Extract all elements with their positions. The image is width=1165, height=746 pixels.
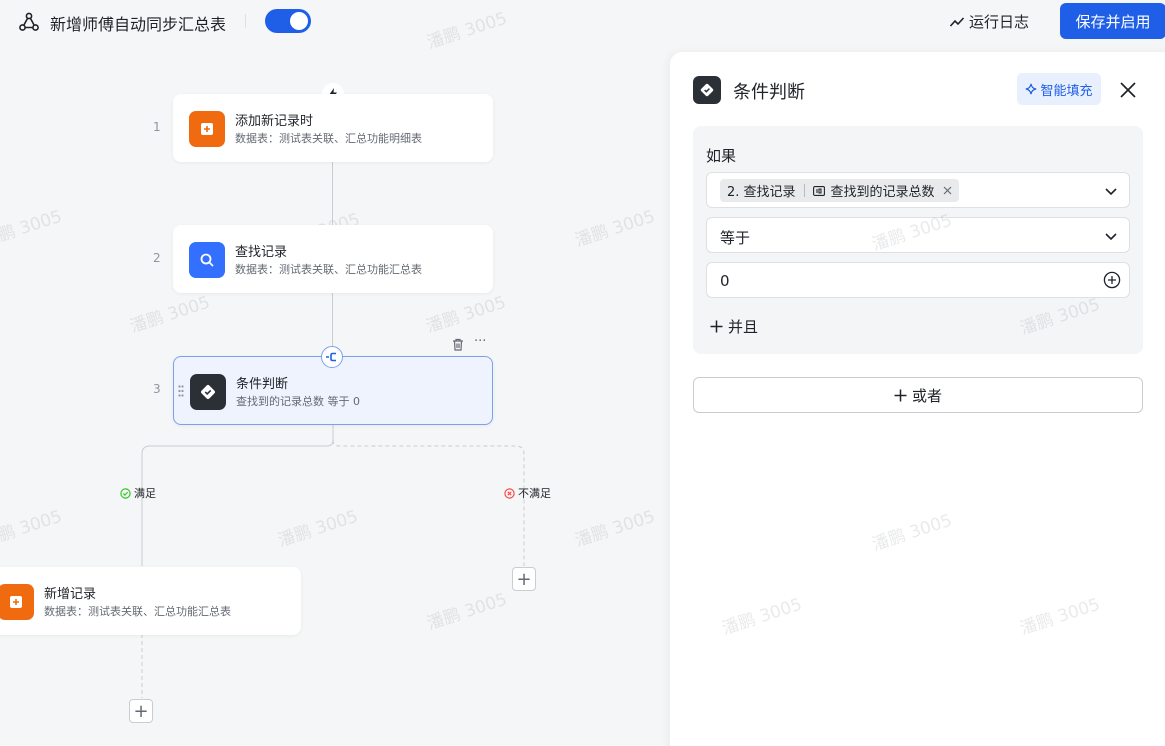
panel-title: 条件判断 xyxy=(733,82,805,103)
workflow-icon xyxy=(19,12,39,31)
remove-tag-icon[interactable] xyxy=(943,186,952,195)
watermark: 潘鹏 3005 xyxy=(423,292,509,338)
workflow-node-find-record[interactable]: 查找记录 数据表：测试表关联、汇总功能汇总表 xyxy=(173,225,493,293)
workflow-node-add-record[interactable]: 新增记录 数据表：测试表关联、汇总功能汇总表 xyxy=(0,567,301,635)
delete-icon[interactable] xyxy=(452,338,464,351)
watermark: 潘鹏 3005 xyxy=(719,594,805,640)
add-and-condition-button[interactable]: 并且 xyxy=(710,316,758,337)
check-circle-icon xyxy=(120,487,131,499)
branch-badge xyxy=(321,346,343,368)
add-record-icon xyxy=(189,111,225,147)
enable-toggle[interactable] xyxy=(265,9,311,33)
add-step-button[interactable]: + xyxy=(129,699,153,723)
node-subtitle: 数据表：测试表关联、汇总功能汇总表 xyxy=(44,605,231,618)
add-or-group-button[interactable]: 或者 xyxy=(693,377,1143,413)
sparkle-icon xyxy=(1026,83,1037,95)
node-subtitle: 查找到的记录总数 等于 0 xyxy=(236,395,360,408)
step-number: 1 xyxy=(153,120,161,134)
ai-fill-label: 智能填充 xyxy=(1040,83,1093,99)
node-title: 查找记录 xyxy=(235,245,288,260)
number-field-icon xyxy=(812,185,825,196)
step-number: 2 xyxy=(153,251,161,265)
run-log-label: 运行日志 xyxy=(969,13,1030,31)
if-label: 如果 xyxy=(706,147,737,165)
watermark: 潘鹏 3005 xyxy=(1017,594,1103,640)
field-reference-tag: 2. 查找记录 查找到的记录总数 xyxy=(720,179,959,202)
value-input[interactable]: 0 xyxy=(706,262,1130,298)
plus-icon xyxy=(894,389,907,401)
node-subtitle: 数据表：测试表关联、汇总功能明细表 xyxy=(235,132,422,145)
workflow-canvas[interactable]: 潘鹏 3005 潘鹏 3005 潘鹏 3005 潘鹏 3005 潘鹏 3005 … xyxy=(0,9,670,746)
watermark: 潘鹏 3005 xyxy=(127,292,213,338)
operator-value: 等于 xyxy=(720,229,751,247)
workflow-node-trigger[interactable]: 添加新记录时 数据表：测试表关联、汇总功能明细表 xyxy=(173,94,493,162)
add-record-icon xyxy=(0,584,34,620)
watermark: 潘鹏 3005 xyxy=(572,206,658,252)
trend-icon xyxy=(949,16,965,27)
branch-yes-label: 满足 xyxy=(120,485,156,501)
more-icon[interactable]: ··· xyxy=(474,334,486,349)
chevron-down-icon xyxy=(1105,188,1117,196)
condition-icon xyxy=(693,76,721,104)
chevron-down-icon xyxy=(1105,233,1117,241)
and-label: 并且 xyxy=(728,318,759,336)
node-title: 新增记录 xyxy=(44,587,97,602)
run-log-button[interactable]: 运行日志 xyxy=(949,11,1029,32)
workflow-title[interactable]: 新增师傅自动同步汇总表 xyxy=(50,11,226,35)
or-label: 或者 xyxy=(911,386,942,405)
watermark: 潘鹏 3005 xyxy=(0,206,65,252)
branch-no-text: 不满足 xyxy=(518,487,551,500)
toggle-knob xyxy=(290,12,308,30)
branch-no-label: 不满足 xyxy=(504,485,551,501)
save-and-enable-button[interactable]: 保存并启用 xyxy=(1060,3,1165,39)
top-bar: 新增师傅自动同步汇总表 运行日志 保存并启用 xyxy=(0,0,1165,42)
add-variable-icon[interactable] xyxy=(1103,271,1121,289)
watermark: 潘鹏 3005 xyxy=(869,510,955,556)
condition-icon xyxy=(190,374,226,410)
cross-circle-icon xyxy=(504,487,515,499)
node-title: 添加新记录时 xyxy=(235,114,314,129)
connector-line xyxy=(332,162,333,226)
condition-config-panel: 条件判断 智能填充 如果 2. 查找记录 查找到的记录总数 等于 0 并且 或者… xyxy=(670,52,1165,746)
add-step-button[interactable]: + xyxy=(512,567,536,591)
close-icon[interactable] xyxy=(1116,78,1140,102)
condition-field-select[interactable]: 2. 查找记录 查找到的记录总数 xyxy=(706,172,1130,208)
tag-separator xyxy=(803,184,805,197)
header-divider xyxy=(245,14,246,28)
step-number: 3 xyxy=(153,382,161,396)
source-step-label: 2. 查找记录 xyxy=(727,185,796,200)
node-title: 条件判断 xyxy=(236,377,289,392)
drag-handle-icon[interactable] xyxy=(178,385,184,397)
plus-icon xyxy=(710,320,723,333)
branch-yes-text: 满足 xyxy=(134,487,156,500)
node-subtitle: 数据表：测试表关联、汇总功能汇总表 xyxy=(235,263,422,276)
value-text: 0 xyxy=(720,272,730,290)
ai-fill-button[interactable]: 智能填充 xyxy=(1017,73,1101,105)
branch-icon xyxy=(326,352,336,362)
search-icon xyxy=(189,242,225,278)
source-field-label: 查找到的记录总数 xyxy=(830,185,935,200)
